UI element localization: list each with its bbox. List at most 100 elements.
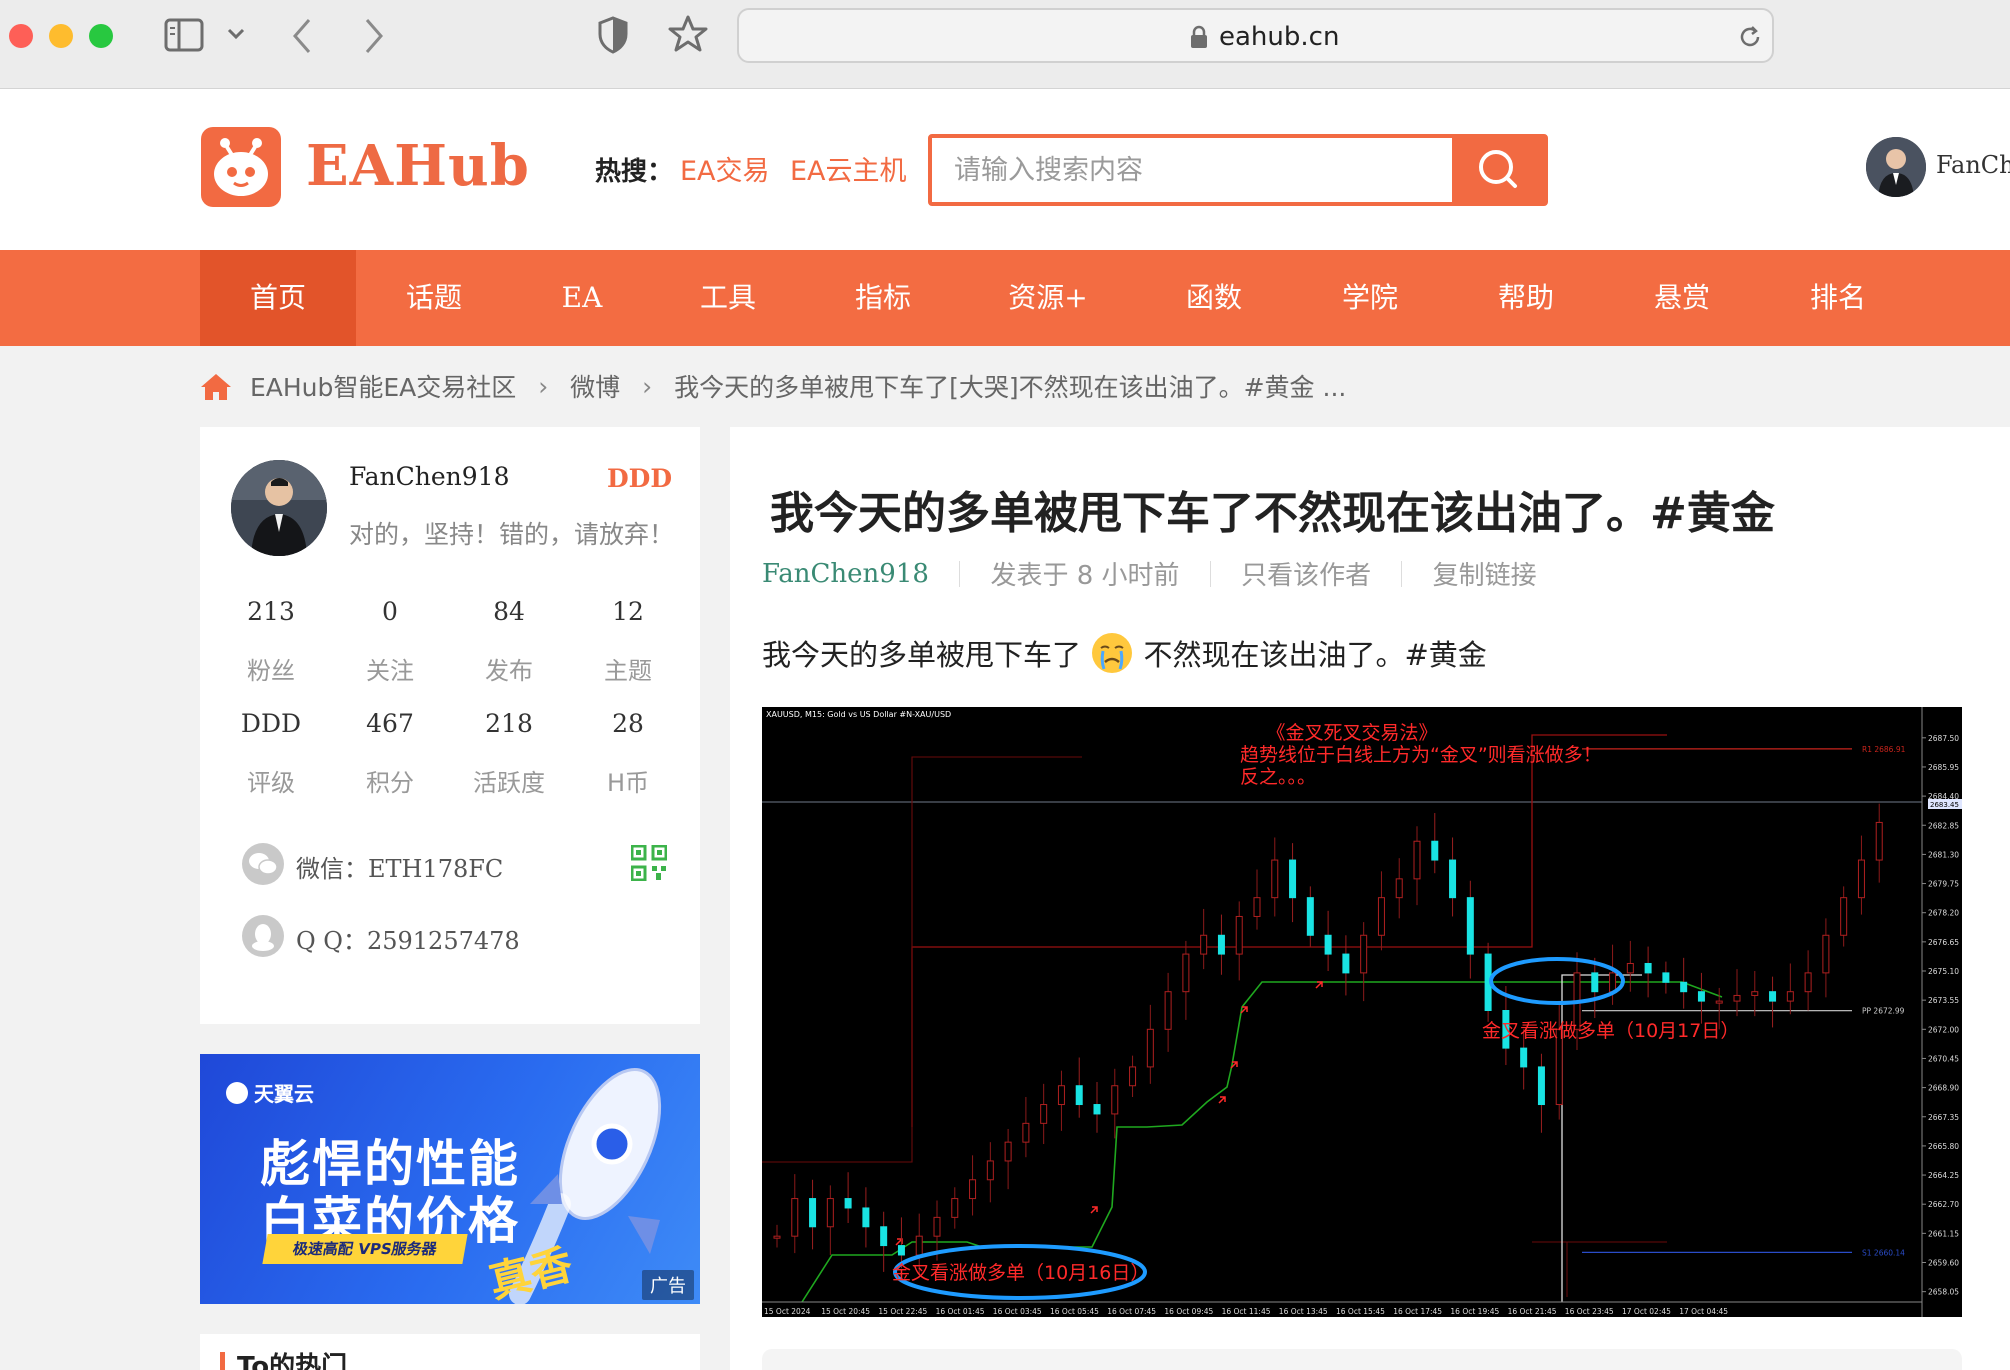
nav-functions[interactable]: 函数 <box>1136 250 1292 346</box>
nav-resources[interactable]: 资源+ <box>970 250 1126 346</box>
chart-y-tick-label: 2679.75 <box>1928 880 1959 889</box>
stat-points-value: 467 <box>366 709 414 738</box>
profile-avatar[interactable] <box>231 460 327 556</box>
nav-ranking[interactable]: 排名 <box>1760 250 1916 346</box>
stat-threads-value[interactable]: 12 <box>573 597 683 626</box>
address-bar[interactable]: eahub.cn <box>737 8 1774 63</box>
nav-tools[interactable]: 工具 <box>650 250 806 346</box>
candle-body <box>1022 1122 1030 1143</box>
candle-body <box>1840 897 1848 936</box>
ad-banner[interactable]: 天翼云 彪悍的性能 白菜的价格 极速高配 VPS服务器 真香 广告 <box>200 1054 700 1304</box>
candle-body <box>1324 934 1332 955</box>
stat-coins-label: H币 <box>606 769 650 797</box>
stat-followers-value[interactable]: 213 <box>216 597 326 626</box>
hot-link-ea-trading[interactable]: EA交易 <box>680 149 770 188</box>
chart-x-tick-label: 16 Oct 15:45 <box>1336 1307 1385 1316</box>
candle-body <box>1449 859 1457 899</box>
stat-following-label: 关注 <box>366 657 414 685</box>
stat-followers-label: 粉丝 <box>247 657 295 685</box>
stat-following-value[interactable]: 0 <box>335 597 445 626</box>
post-author-link[interactable]: FanChen918 <box>762 559 929 589</box>
nav-home[interactable]: 首页 <box>200 250 356 346</box>
candle-body <box>1537 1066 1545 1106</box>
breadcrumb-separator-icon: › <box>642 371 653 401</box>
breadcrumb-root[interactable]: EAHub智能EA交易社区 <box>250 368 516 404</box>
post-meta: FanChen918 发表于 8 小时前 只看该作者 复制链接 <box>762 555 1537 592</box>
nav-ea[interactable]: EA <box>504 250 660 346</box>
sidebar-toggle-icon[interactable] <box>164 18 204 52</box>
candle-body <box>1146 1028 1154 1068</box>
candle-body <box>1182 953 1190 993</box>
chart-y-tick-label: 2670.45 <box>1928 1054 1959 1063</box>
chart-annotation-line1: 趋势线位于白线上方为“金叉”则看涨做多！ <box>1240 744 1602 766</box>
user-name[interactable]: FanChen918 <box>1936 151 2010 179</box>
chart-y-tick-label: 2676.65 <box>1928 938 1959 947</box>
ad-label: 广告 <box>642 1270 694 1300</box>
candle-body <box>1289 859 1297 899</box>
copy-link-button[interactable]: 复制链接 <box>1433 555 1537 592</box>
candle-body <box>1217 934 1225 955</box>
qq-number: Q Q：2591257478 <box>296 927 520 955</box>
profile-bio: 对的，坚持！错的，请放弃！ <box>349 520 675 549</box>
chart-x-tick-label: 16 Oct 07:45 <box>1107 1307 1156 1316</box>
post-time: 发表于 8 小时前 <box>990 561 1180 591</box>
site-logo[interactable]: EAHub <box>306 133 530 199</box>
nav-indicators[interactable]: 指标 <box>805 250 961 346</box>
qr-code-icon[interactable] <box>631 845 667 881</box>
candle-body <box>1733 994 1741 1002</box>
nav-help[interactable]: 帮助 <box>1448 250 1604 346</box>
candle-body <box>1626 962 1634 974</box>
candle-body <box>1164 991 1172 1030</box>
breadcrumb-section[interactable]: 微博 <box>570 368 620 404</box>
candle-body <box>1466 897 1474 955</box>
privacy-shield-icon[interactable] <box>598 16 628 54</box>
candle-body <box>1786 991 1794 1002</box>
candle-body <box>1609 972 1617 993</box>
back-icon[interactable] <box>290 16 314 56</box>
stat-activity-value: 218 <box>485 709 533 738</box>
chart-symbol-label: XAUUSD, M15: Gold vs US Dollar #N-XAU/US… <box>766 710 951 719</box>
only-author-link[interactable]: 只看该作者 <box>1241 555 1371 592</box>
candle-body <box>1822 934 1830 974</box>
candle-body <box>1715 1000 1723 1004</box>
user-avatar[interactable] <box>1866 137 1926 197</box>
zoom-window-button[interactable] <box>89 24 113 48</box>
bookmark-star-icon[interactable] <box>668 14 708 54</box>
reload-icon[interactable] <box>1737 24 1763 50</box>
logo-robot-icon[interactable] <box>201 127 281 207</box>
chart-x-tick-label: 16 Oct 03:45 <box>993 1307 1042 1316</box>
profile-name[interactable]: FanChen918 <box>349 462 510 491</box>
search-button[interactable] <box>1452 138 1544 202</box>
chart-x-tick-label: 16 Oct 11:45 <box>1222 1307 1271 1316</box>
candle-body <box>1662 972 1670 983</box>
candle-body <box>1040 1104 1048 1124</box>
chart-x-tick-label: 16 Oct 05:45 <box>1050 1307 1099 1316</box>
search-input[interactable] <box>932 138 1455 202</box>
chart-x-tick-label: 17 Oct 04:45 <box>1679 1307 1728 1316</box>
hot-topics-card: To的热门 <box>200 1334 700 1370</box>
home-icon[interactable] <box>200 371 232 402</box>
stat-posts-value[interactable]: 84 <box>454 597 564 626</box>
candle-body <box>773 1235 781 1239</box>
meta-divider <box>959 560 961 587</box>
chart-x-tick-label: 15 Oct 2024 <box>764 1307 811 1316</box>
price-chart[interactable]: XAUUSD, M15: Gold vs US Dollar #N-XAU/US… <box>762 707 1962 1317</box>
candle-body <box>1413 840 1421 880</box>
site-header: EAHub 热搜： EA交易 EA云主机 FanChen918 <box>0 89 2010 250</box>
hot-link-ea-cloud[interactable]: EA云主机 <box>790 149 907 188</box>
forward-icon[interactable] <box>362 16 386 56</box>
candle-body <box>809 1198 817 1228</box>
nav-academy[interactable]: 学院 <box>1292 250 1448 346</box>
breadcrumb: EAHub智能EA交易社区 › 微博 › 我今天的多单被甩下车了[大哭]不然现在… <box>200 368 1346 408</box>
nav-bounty[interactable]: 悬赏 <box>1604 250 1760 346</box>
minimize-window-button[interactable] <box>49 24 73 48</box>
chart-y-tick-label: 2658.05 <box>1928 1288 1959 1297</box>
candle-body <box>1004 1141 1012 1162</box>
qq-icon <box>242 915 284 957</box>
close-window-button[interactable] <box>9 24 33 48</box>
candle-body <box>1306 897 1314 936</box>
post-body: 我今天的多单被甩下车了 不然现在该出油了。#黄金 <box>762 632 1487 674</box>
candle-body <box>1769 991 1777 1002</box>
nav-topics[interactable]: 话题 <box>356 250 512 346</box>
chevron-down-icon[interactable] <box>226 27 246 41</box>
